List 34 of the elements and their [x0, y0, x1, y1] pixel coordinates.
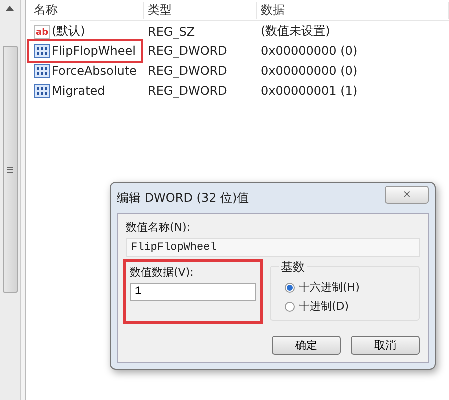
column-header[interactable]: 名称 [30, 2, 144, 18]
value-data-field[interactable]: 1 [130, 283, 256, 301]
value-type-cell-text: REG_DWORD [147, 84, 228, 98]
value-data-cell-text: 0x00000000 (0) [260, 44, 359, 58]
base-radio[interactable]: 十六进制(H) [279, 280, 411, 295]
value-name-cell[interactable]: FlipFlopWheel [30, 42, 140, 60]
value-data-cell-text: (数值未设置) [260, 23, 332, 40]
value-name-label: 数值名称(N): [126, 220, 192, 235]
scroll-thumb[interactable] [2, 46, 18, 293]
string-value-icon: ab [34, 24, 50, 38]
value-data-cell-text: 0x00000001 (1) [260, 84, 359, 98]
close-button[interactable]: ✕ [385, 186, 429, 204]
column-header[interactable]: 类型 [144, 2, 257, 18]
base-group-label: 基数 [279, 259, 307, 276]
ok-button[interactable]: 确定 [272, 336, 341, 355]
dialog-title: 编辑 DWORD (32 位)值 [117, 190, 250, 206]
radio-dot[interactable] [285, 282, 295, 292]
cancel-button[interactable]: 取消 [351, 336, 420, 355]
value-data-cell-text: 0x00000000 (0) [260, 64, 359, 78]
value-name-cell[interactable]: Migrated [30, 82, 144, 100]
binary-value-icon [34, 84, 50, 98]
scrollbar[interactable] [0, 0, 21, 400]
radio-dot[interactable] [285, 302, 295, 312]
binary-value-icon [34, 64, 50, 78]
value-name-cell[interactable]: ForceAbsolute [30, 62, 144, 80]
column-header[interactable]: 数据 [257, 2, 449, 18]
value-name-cell[interactable]: ab (默认) [30, 21, 144, 42]
value-name-field[interactable]: FlipFlopWheel [126, 238, 420, 257]
value-type-cell-text: REG_SZ [147, 24, 196, 38]
binary-value-icon [34, 44, 50, 58]
value-type-cell-text: REG_DWORD [147, 64, 228, 78]
value-data-label: 数值数据(V): [130, 265, 195, 280]
base-radio[interactable]: 十进制(D) [279, 299, 411, 314]
value-type-cell-text: REG_DWORD [147, 44, 228, 58]
